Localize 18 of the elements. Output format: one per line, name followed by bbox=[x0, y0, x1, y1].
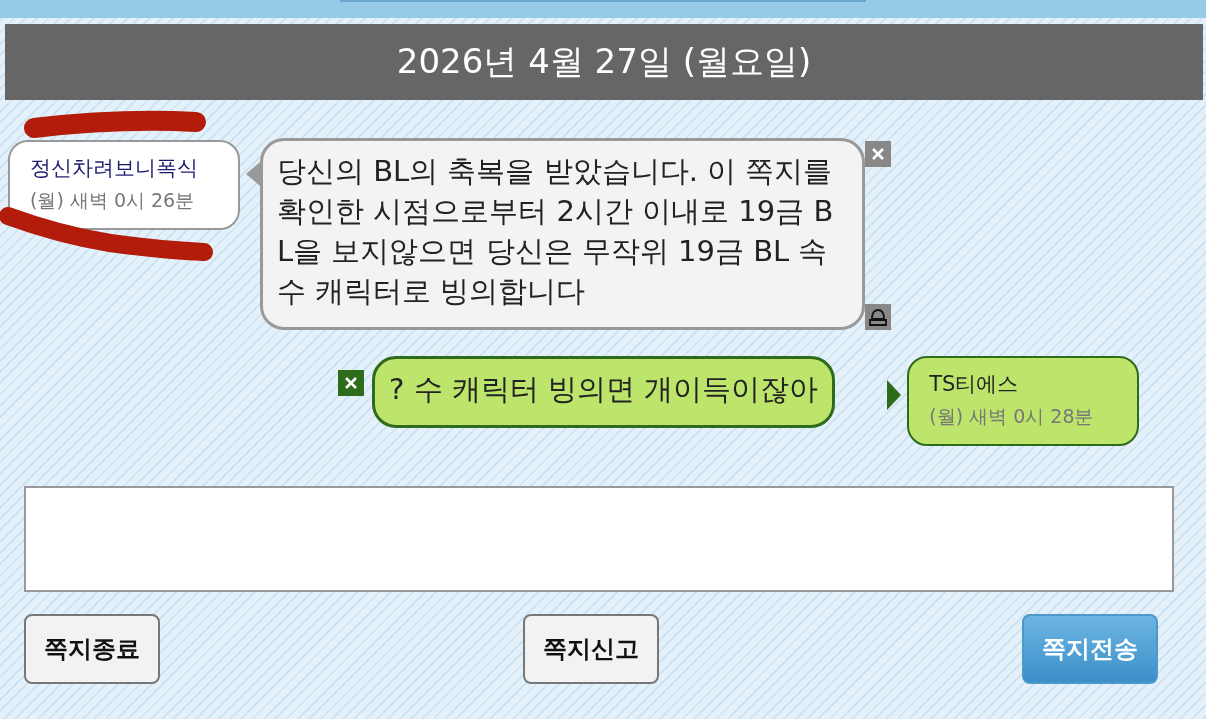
message-time: (월) 새벽 0시 28분 bbox=[929, 404, 1095, 429]
bell-icon bbox=[868, 307, 888, 327]
sender-name: 정신차려보니폭식 bbox=[30, 155, 199, 182]
message-bubble: ? 수 캐릭터 빙의면 개이득이잖아 bbox=[372, 356, 836, 428]
action-button[interactable]: 쪽지신고 bbox=[523, 614, 659, 684]
close-button[interactable] bbox=[338, 370, 364, 396]
sender-name: TS티에스 bbox=[929, 371, 1020, 398]
pointer-icon bbox=[887, 380, 902, 410]
message-time: (월) 새벽 0시 26분 bbox=[30, 188, 196, 213]
date-header: 2026년 4월 27일 (월요일) bbox=[5, 24, 1203, 100]
message-bubble: 당신의 BL의 축복을 받았습니다. 이 쪽지를 확인한 시점으로부터 2시간 이내로 19금 BL을 보지않으면 당신은 무작위 19금 BL 속 수 캐릭터로 빙의합니다 bbox=[260, 138, 865, 330]
close-button[interactable] bbox=[865, 141, 891, 167]
message-input[interactable] bbox=[24, 486, 1174, 592]
action-button[interactable]: 쪽지종료 bbox=[24, 614, 160, 684]
lock-button[interactable] bbox=[865, 304, 891, 330]
close-icon bbox=[344, 376, 358, 390]
pointer-icon bbox=[246, 162, 260, 186]
close-icon bbox=[871, 147, 885, 161]
